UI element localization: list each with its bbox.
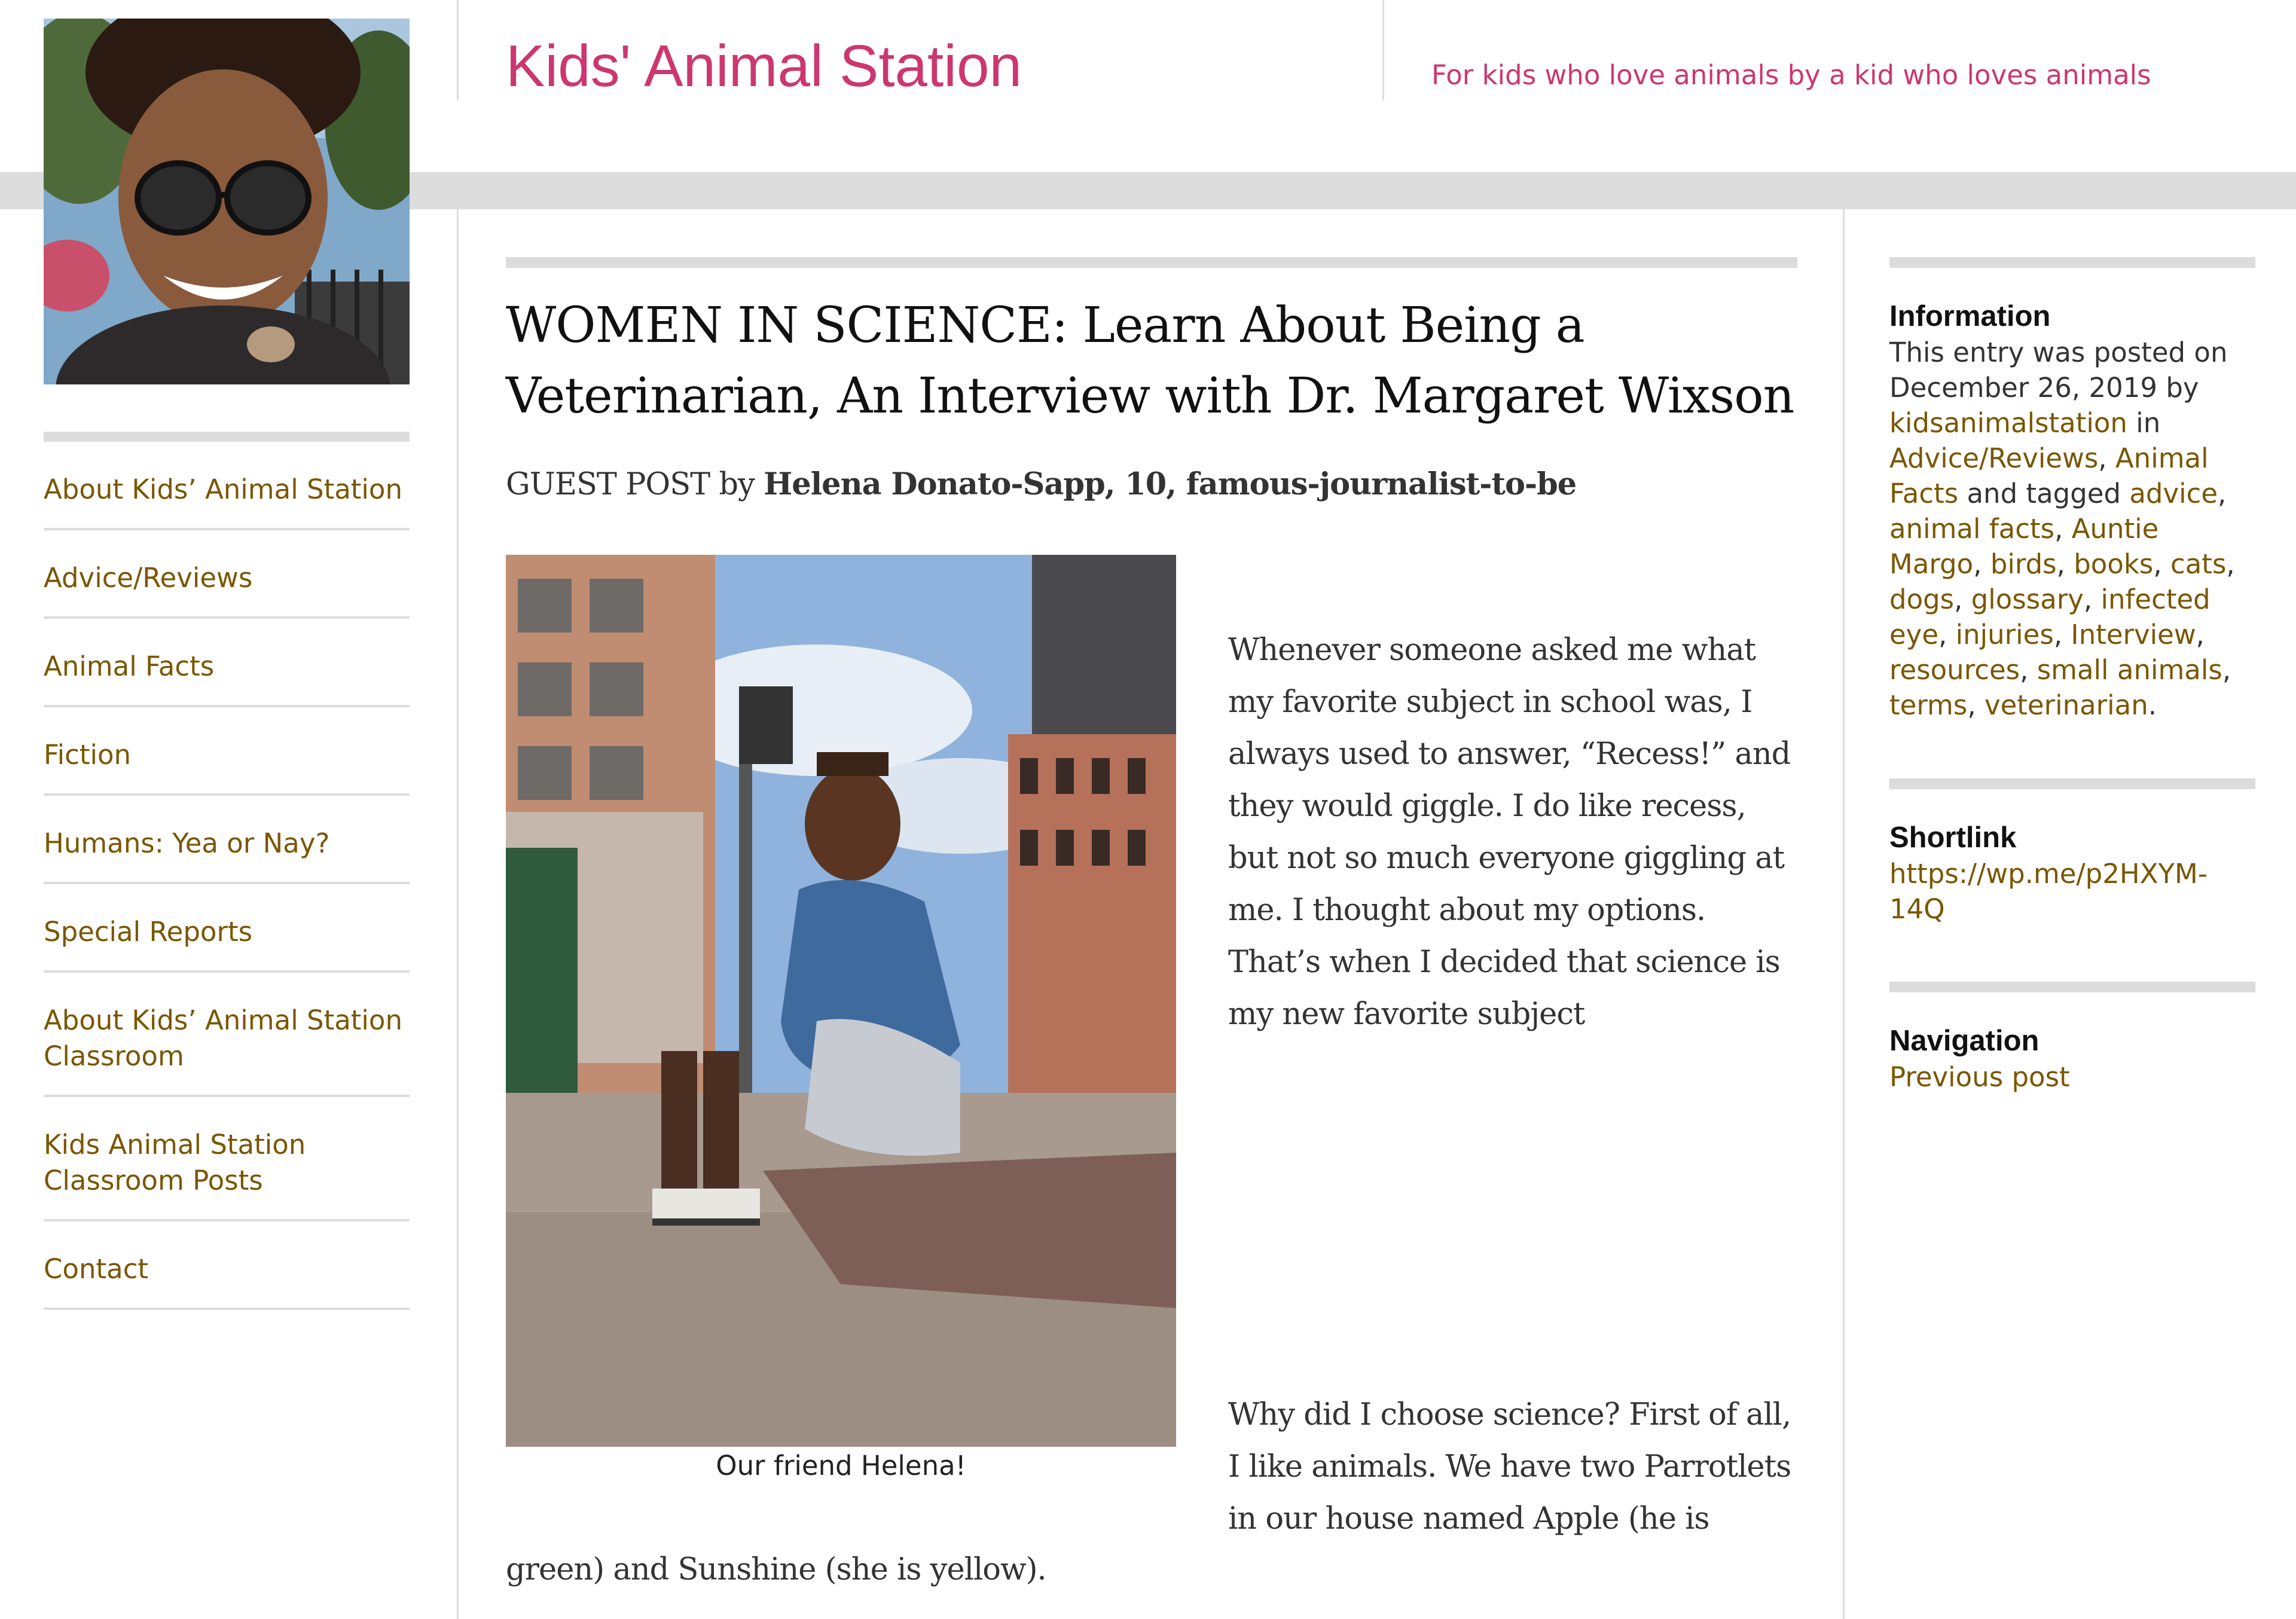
tag-link[interactable]: cats	[2170, 548, 2226, 580]
column-divider	[457, 209, 459, 1619]
author-link[interactable]: kidsanimalstation	[1889, 407, 2127, 439]
tag-link[interactable]: animal facts	[1889, 513, 2054, 545]
sidebar-item-animal-facts[interactable]: Animal Facts	[44, 619, 410, 707]
posted-on-text: This entry was posted on December 26, 20…	[1889, 337, 2228, 404]
header-divider	[1382, 0, 1384, 100]
navigation-widget: Navigation Previous post	[1889, 982, 2255, 1095]
sidebar-item-about-classroom[interactable]: About Kids’ Animal Station Classroom	[44, 973, 410, 1097]
widget-title-information: Information	[1889, 300, 2051, 332]
shortlink-widget: Shortlink https://wp.me/p2HXYM-14Q	[1889, 778, 2255, 927]
article-paragraph-continued: green) and Sunshine (she is yellow).	[506, 1552, 1047, 1587]
sidebar-item-classroom-posts[interactable]: Kids Animal Station Classroom Posts	[44, 1097, 410, 1221]
tag-link[interactable]: birds	[1990, 548, 2057, 580]
widget-divider	[1889, 257, 2255, 268]
tagged-text: and tagged	[1958, 478, 2130, 509]
tag-link[interactable]: small animals	[2037, 654, 2222, 686]
article-paragraph: Why did I choose science? First of all, …	[1228, 1397, 1791, 1536]
column-divider	[1843, 209, 1845, 1619]
post-info-text: This entry was posted on December 26, 20…	[1889, 337, 2235, 721]
byline-author: Helena Donato-Sapp, 10, famous-journalis…	[764, 466, 1577, 502]
tag-link[interactable]: terms	[1889, 689, 1967, 721]
article-top-divider	[506, 257, 1797, 268]
post-byline: GUEST POST by Helena Donato-Sapp, 10, fa…	[506, 466, 1797, 502]
widget-divider	[1889, 982, 2255, 992]
previous-post-link[interactable]: Previous post	[1889, 1061, 2070, 1093]
author-avatar	[44, 19, 410, 384]
tag-link[interactable]: veterinarian	[1984, 689, 2148, 721]
post-photo	[506, 555, 1176, 1447]
tag-link[interactable]: Interview	[2071, 619, 2196, 650]
widget-title-shortlink: Shortlink	[1889, 821, 2017, 854]
tag-link[interactable]: injuries	[1956, 619, 2054, 650]
tag-link[interactable]: glossary	[1971, 584, 2084, 615]
tag-link[interactable]: dogs	[1889, 584, 1954, 615]
widget-title-navigation: Navigation	[1889, 1025, 2039, 1057]
tag-link[interactable]: resources	[1889, 654, 2020, 686]
category-link-advice-reviews[interactable]: Advice/Reviews	[1889, 442, 2098, 474]
column-divider	[457, 0, 459, 100]
widget-divider	[1889, 778, 2255, 789]
site-title-link[interactable]: Kids' Animal Station	[506, 32, 1022, 100]
shortlink-url-link[interactable]: https://wp.me/p2HXYM-14Q	[1889, 858, 2208, 925]
sidebar-item-humans-yea-or-nay[interactable]: Humans: Yea or Nay?	[44, 796, 410, 884]
sidebar-item-fiction[interactable]: Fiction	[44, 707, 410, 796]
sidebar-item-advice-reviews[interactable]: Advice/Reviews	[44, 530, 410, 619]
photo-caption: Our friend Helena!	[716, 1450, 966, 1481]
byline-prefix: GUEST POST by	[506, 467, 764, 502]
post-title: WOMEN IN SCIENCE: Learn About Being a Ve…	[506, 297, 1794, 424]
sidebar-nav: About Kids’ Animal Station Advice/Review…	[44, 432, 410, 1310]
information-widget: Information This entry was posted on Dec…	[1889, 257, 2255, 723]
sidebar-item-special-reports[interactable]: Special Reports	[44, 884, 410, 973]
sidebar-item-about[interactable]: About Kids’ Animal Station	[44, 442, 410, 530]
in-text: in	[2127, 407, 2161, 439]
tag-link[interactable]: advice	[2129, 478, 2218, 509]
tag-link[interactable]: books	[2074, 548, 2153, 580]
article-paragraph: Whenever someone asked me what my favori…	[1228, 633, 1791, 1032]
site-tagline: For kids who love animals by a kid who l…	[1431, 59, 2151, 91]
sidebar-item-contact[interactable]: Contact	[44, 1221, 410, 1310]
